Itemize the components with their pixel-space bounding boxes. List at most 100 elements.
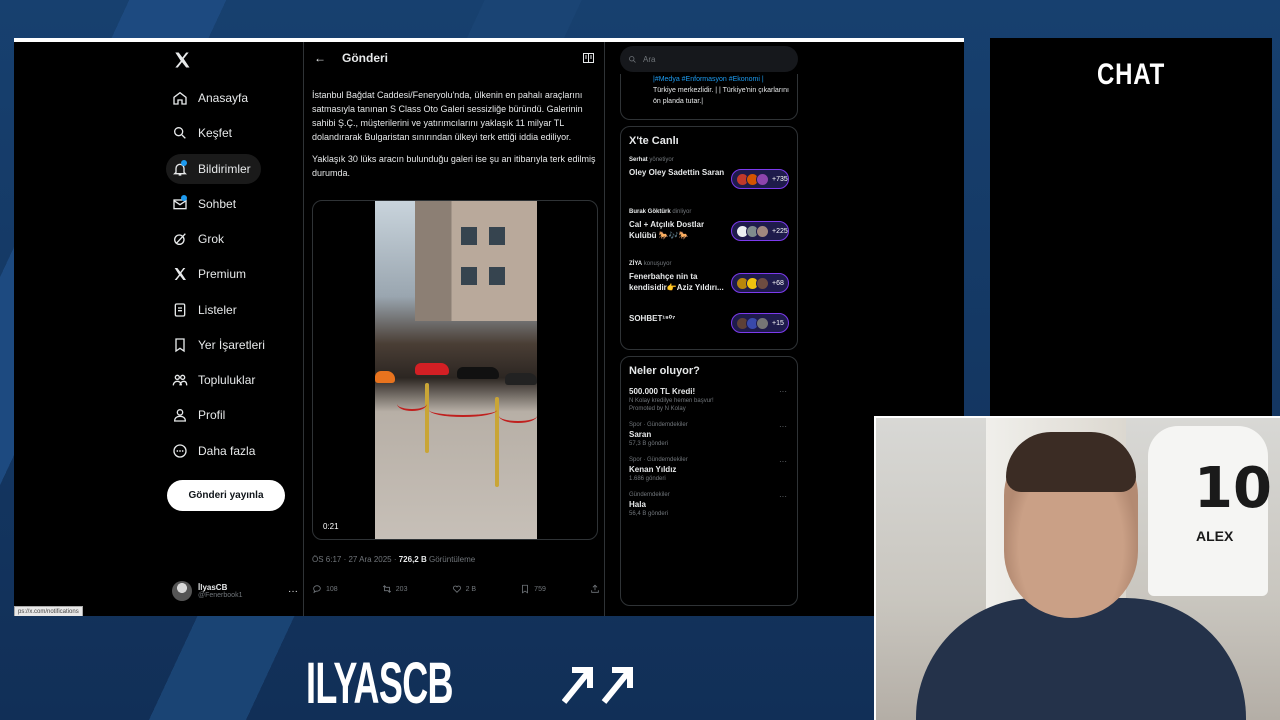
bio-hashtags[interactable]: |#Medya #Enformasyon #Ekonomi | — [653, 74, 789, 85]
left-nav: Anasayfa Keşfet Bildirimler Sohbet Grok … — [164, 42, 314, 616]
trend-name: Kenan Yıldız — [629, 465, 677, 474]
video-timestamp: 0:21 — [323, 522, 339, 531]
bookmark-button[interactable]: 759 — [520, 584, 546, 594]
video-window — [489, 267, 505, 285]
listener-avatar — [756, 172, 769, 186]
trend-item[interactable]: Spor · Gündemdekiler Saran 57,3 B gönder… — [629, 422, 789, 447]
share-button[interactable] — [590, 584, 600, 594]
space-title: SOHBET¹⁹⁰⁷ — [629, 314, 676, 323]
nav-item-profile[interactable]: Profil — [166, 400, 261, 430]
nav-item-notifications[interactable]: Bildirimler — [166, 154, 261, 184]
trend-item[interactable]: Spor · Gündemdekiler Kenan Yıldız 1.686 … — [629, 457, 789, 482]
reply-button[interactable]: 108 — [312, 584, 338, 594]
video-window — [461, 267, 477, 285]
trends-title: Neler oluyor? — [629, 365, 700, 377]
video-rope — [429, 403, 497, 417]
more-dots-icon[interactable]: ··· — [779, 457, 787, 466]
nav-label: Listeler — [198, 303, 237, 317]
more-dots-icon[interactable]: ··· — [288, 586, 298, 597]
nav-label: Sohbet — [198, 197, 237, 211]
search-placeholder: Ara — [643, 54, 656, 64]
list-icon — [174, 303, 186, 317]
nav-label: Topluluklar — [198, 373, 256, 387]
view-count: 726,2 B — [398, 555, 427, 564]
trends-card: Neler oluyor? 500.000 TL Kredi! N Kolay … — [620, 356, 798, 606]
video-rope — [397, 397, 427, 411]
nav-label: Daha fazla — [198, 444, 256, 458]
live-card: X'te Canlı Serhat yönetiyor Oley Oley Sa… — [620, 126, 798, 350]
nav-item-bookmarks[interactable]: Yer İşaretleri — [166, 330, 276, 360]
nav-label: Keşfet — [198, 126, 233, 140]
nav-item-more[interactable]: Daha fazla — [166, 436, 261, 466]
nav-label: Grok — [198, 232, 225, 246]
trend-category: Spor · Gündemdekiler — [629, 422, 688, 428]
tweet-actions: 108 203 2 B 759 — [312, 584, 600, 594]
jersey-number: 10 — [1194, 456, 1272, 521]
live-space-item[interactable]: SOHBET¹⁹⁰⁷ +15 — [629, 313, 789, 343]
space-host: Burak Göktürk dinliyor — [629, 209, 789, 215]
home-icon — [173, 91, 187, 105]
nav-label: Yer İşaretleri — [198, 338, 265, 352]
host-status: yönetiyor — [649, 157, 674, 163]
trend-category: Gündemdekiler — [629, 492, 670, 498]
live-space-item[interactable]: Serhat yönetiyor Oley Oley Sadettin Sara… — [629, 157, 789, 209]
reader-icon[interactable] — [583, 53, 594, 63]
nav-item-lists[interactable]: Listeler — [166, 295, 261, 325]
more-dots-icon[interactable]: ··· — [779, 422, 787, 431]
account-switcher[interactable]: İlyasCB @Fenerbook1 ··· — [172, 578, 298, 604]
nav-item-grok[interactable]: Grok — [166, 224, 261, 254]
post-button[interactable]: Gönderi yayınla — [167, 480, 285, 511]
back-arrow-icon[interactable]: ← — [314, 51, 326, 65]
listener-count: +735 — [772, 175, 788, 183]
video-car — [415, 363, 449, 375]
video-rope — [499, 409, 537, 423]
x-icon — [174, 268, 186, 280]
tweet-video[interactable]: 0:21 — [312, 200, 598, 540]
nav-item-messages[interactable]: Sohbet — [166, 189, 261, 219]
account-bio-card[interactable]: |#Medya #Enformasyon #Ekonomi | Türkiye … — [620, 74, 798, 120]
nav-item-explore[interactable]: Keşfet — [166, 118, 261, 148]
like-button[interactable]: 2 B — [452, 584, 476, 594]
more-icon — [173, 444, 187, 458]
repost-button[interactable]: 203 — [382, 584, 408, 594]
video-car — [375, 371, 395, 383]
x-logo-icon[interactable] — [172, 50, 192, 70]
trend-category: Spor · Gündemdekiler — [629, 457, 688, 463]
tweet-time: ÖS 6:17 · 27 Ara 2025 · — [312, 555, 399, 564]
host-name: Burak Göktürk — [629, 209, 671, 215]
search-input[interactable]: Ara — [620, 46, 798, 72]
more-dots-icon[interactable]: ··· — [779, 492, 787, 501]
video-building — [415, 201, 537, 321]
nav-item-premium[interactable]: Premium — [166, 259, 261, 289]
trend-sub: 1.686 gönderi — [629, 476, 666, 482]
search-icon — [629, 55, 636, 63]
person-icon — [173, 409, 187, 422]
notification-badge — [181, 160, 187, 166]
live-space-item[interactable]: ZİYA konuşuyor Fenerbahçe nin ta kendisi… — [629, 261, 789, 313]
webcam-feed: 10 ALEX — [874, 416, 1280, 720]
listener-count: +225 — [772, 227, 788, 235]
video-frame — [375, 201, 537, 539]
status-bar-url: ps://x.com/notifications — [14, 606, 83, 616]
chat-title: CHAT — [1096, 58, 1166, 91]
right-sidebar: Ara |#Medya #Enformasyon #Ekonomi | Türk… — [620, 42, 798, 616]
nav-label: Profil — [198, 408, 226, 422]
listener-avatar — [756, 224, 769, 238]
host-status: dinliyor — [672, 209, 692, 215]
live-space-item[interactable]: Burak Göktürk dinliyor Cal + Atçılık Dos… — [629, 209, 789, 261]
nav-item-home[interactable]: Anasayfa — [166, 83, 261, 113]
more-dots-icon[interactable]: ··· — [779, 387, 787, 396]
bookmark-icon — [522, 584, 529, 594]
views-label: Görüntüleme — [426, 555, 476, 564]
stream-brand-name: ILYASCB — [306, 651, 454, 716]
nav-label: Premium — [198, 267, 247, 281]
trend-item[interactable]: 500.000 TL Kredi! N Kolay kredilye hemen… — [629, 387, 789, 412]
repost-count: 203 — [395, 585, 408, 593]
main-header: ← Gönderi — [304, 42, 604, 74]
trend-name: Hala — [629, 500, 646, 509]
nav-item-communities[interactable]: Topluluklar — [166, 365, 276, 395]
trend-sub: 56,4 B gönderi — [629, 511, 669, 517]
trend-item[interactable]: Gündemdekiler Hala 56,4 B gönderi ··· — [629, 492, 789, 517]
trend-name: Saran — [629, 430, 652, 439]
listeners-pill: +15 — [731, 313, 789, 333]
